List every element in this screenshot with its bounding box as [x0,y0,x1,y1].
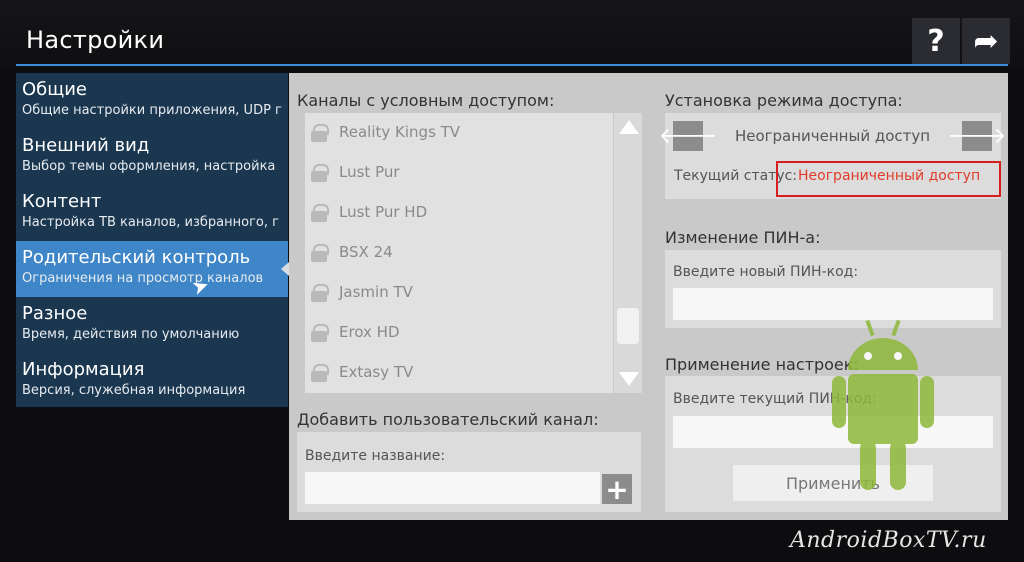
forward-arrow-icon: ➦ [973,23,999,59]
scroll-down-icon[interactable] [619,372,639,386]
list-item[interactable]: Reality Kings TV [305,112,613,152]
question-icon: ? [927,23,945,59]
lock-icon [311,124,329,142]
sidebar-item-title: Контент [22,191,102,212]
sidebar-item-appearance[interactable]: Внешний вид Выбор темы оформления, настр… [16,129,288,185]
help-button[interactable]: ? [912,18,960,64]
add-channel-button[interactable]: + [602,472,632,506]
list-item[interactable]: Erox HD [305,312,613,352]
list-item[interactable]: Jasmin TV [305,272,613,312]
channel-name: BSX 24 [339,243,393,261]
sidebar-item-title: Внешний вид [22,135,150,156]
sidebar-item-subtitle: Версия, служебная информация [22,383,246,398]
forward-button[interactable]: ➦ [962,18,1010,64]
sidebar-item-subtitle: Выбор темы оформления, настройка [22,159,276,174]
channel-name-label: Введите название: [305,448,446,464]
sidebar-item-parental-control[interactable]: Родительский контроль Ограничения на про… [16,241,288,297]
new-pin-input[interactable] [673,288,993,320]
channels-label: Каналы с условным доступом: [297,91,555,110]
access-mode-prev-button[interactable]: 🡐 [659,121,718,151]
status-highlight-box [776,161,1001,197]
sidebar-item-misc[interactable]: Разное Время, действия по умолчанию [16,297,288,353]
list-item[interactable]: Extasy TV [305,352,613,392]
sidebar-item-title: Информация [22,359,145,380]
active-item-pointer-icon [281,262,289,276]
header-divider [16,64,1008,66]
sidebar-item-title: Родительский контроль [22,247,251,268]
android-robot-icon [832,320,934,490]
scroll-thumb[interactable] [617,308,639,344]
channel-name: Extasy TV [339,363,414,381]
lock-icon [311,324,329,342]
access-mode-value: Неограниченный доступ [734,127,931,145]
channel-name-input[interactable] [305,472,600,504]
header: Настройки ? ➦ [0,0,1024,70]
sidebar-item-title: Разное [22,303,88,324]
sidebar-item-general[interactable]: Общие Общие настройки приложения, UDP г [16,73,288,129]
sidebar-item-subtitle: Общие настройки приложения, UDP г [22,103,282,118]
arrow-right-icon: 🡒 [947,124,1007,149]
list-item[interactable]: Lust Pur HD [305,192,613,232]
channel-name: Lust Pur [339,163,400,181]
lock-icon [311,204,329,222]
watermark: AndroidBoxTV.ru [790,528,987,553]
list-item[interactable]: Lust Pur [305,152,613,192]
sidebar-item-information[interactable]: Информация Версия, служебная информация [16,353,288,409]
sidebar-item-content[interactable]: Контент Настройка ТВ каналов, избранного… [16,185,288,241]
channel-list-scrollbar[interactable] [614,113,642,393]
plus-icon: + [605,472,629,506]
channel-name: Reality Kings TV [339,123,461,141]
lock-icon [311,364,329,382]
channel-name: Lust Pur HD [339,203,428,221]
scroll-up-icon[interactable] [619,120,639,134]
lock-icon [311,244,329,262]
channel-name: Erox HD [339,323,400,341]
sidebar-item-title: Общие [22,79,87,100]
sidebar: Общие Общие настройки приложения, UDP г … [16,73,288,407]
sidebar-item-subtitle: Настройка ТВ каналов, избранного, г [22,215,279,230]
access-mode-next-button[interactable]: 🡒 [948,121,1007,151]
new-pin-label: Введите новый ПИН-код: [673,264,859,280]
lock-icon [311,284,329,302]
page-title: Настройки [26,26,165,54]
lock-icon [311,164,329,182]
pin-change-label: Изменение ПИН-а: [665,228,821,247]
arrow-left-icon: 🡐 [658,124,718,149]
list-item[interactable]: BSX 24 [305,232,613,272]
add-channel-label: Добавить пользовательский канал: [297,410,599,429]
sidebar-item-subtitle: Время, действия по умолчанию [22,327,240,342]
sidebar-item-subtitle: Ограничения на просмотр каналов [22,271,264,286]
channel-name: Jasmin TV [339,283,413,301]
access-mode-label: Установка режима доступа: [665,91,903,110]
